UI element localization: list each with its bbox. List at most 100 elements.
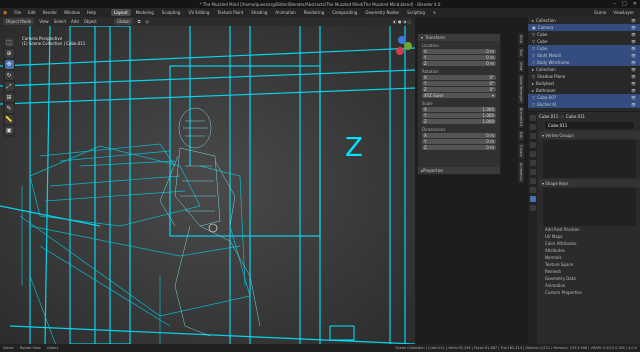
particles-tab-icon[interactable]: [529, 178, 536, 184]
scene-tab-icon[interactable]: [529, 142, 536, 148]
scene-selector[interactable]: Scene: [594, 10, 606, 15]
orientation-dropdown[interactable]: Global: [113, 18, 133, 25]
add-workspace-button[interactable]: +: [430, 9, 439, 16]
measure-icon[interactable]: 📏: [4, 115, 14, 124]
select-box-icon[interactable]: ⬚: [4, 38, 14, 47]
outliner-row[interactable]: ▽ Body Wireframe 👁: [528, 59, 640, 66]
outliner-row[interactable]: ▽ Cube 👁: [528, 31, 640, 38]
shape-keys-header[interactable]: ▾ Shape Keys: [539, 179, 640, 187]
eye-icon[interactable]: 👁: [631, 18, 636, 23]
outliner-row[interactable]: ▽ Cube.007 👁: [528, 94, 640, 101]
render-tab-icon[interactable]: [529, 124, 536, 130]
physics-tab-icon[interactable]: [529, 187, 536, 193]
location-z-field[interactable]: Z0 m: [422, 61, 496, 66]
tab-geometry-nodes[interactable]: Geometry Nodes: [362, 9, 402, 16]
vertex-groups-header[interactable]: ▾ Vertex Groups: [539, 131, 640, 139]
location-y-field[interactable]: Y0 m: [422, 55, 496, 60]
eye-icon[interactable]: 👁: [631, 39, 636, 44]
eye-icon[interactable]: 👁: [631, 102, 636, 107]
snap-icon[interactable]: ⧉: [138, 19, 141, 24]
close-icon[interactable]: ✕: [633, 1, 637, 7]
transform-header[interactable]: ▾ Transform: [418, 34, 500, 41]
maximize-icon[interactable]: □: [622, 1, 627, 7]
mesh-data-tab-icon[interactable]: [529, 196, 536, 202]
object-tab-icon[interactable]: [529, 160, 536, 166]
eye-icon[interactable]: 👁: [631, 67, 636, 72]
menu-object[interactable]: Object: [84, 19, 97, 24]
menu-file[interactable]: File: [14, 10, 21, 15]
tab-texture-paint[interactable]: Texture Paint: [214, 9, 246, 16]
eye-icon[interactable]: 👁: [631, 95, 636, 100]
world-tab-icon[interactable]: [529, 151, 536, 157]
tab-item[interactable]: Item: [518, 33, 524, 45]
vertex-groups-list[interactable]: [543, 140, 636, 178]
rotation-x-field[interactable]: X 0°: [422, 75, 496, 80]
tab-layout[interactable]: Layout: [110, 9, 131, 16]
outliner-row[interactable]: ▽ Cube 👁: [528, 45, 640, 52]
outliner-row[interactable]: ▽ Cube 👁: [528, 38, 640, 45]
remesh-panel[interactable]: Remesh: [539, 268, 640, 275]
tab-animation-side[interactable]: Animation: [518, 160, 524, 183]
outliner-row[interactable]: ▸ Collection 👁: [528, 17, 640, 24]
location-x-field[interactable]: X0 m: [422, 49, 496, 54]
tab-edit[interactable]: Edit: [518, 130, 524, 142]
rotate-icon[interactable]: ↻: [4, 71, 14, 80]
modifier-tab-icon[interactable]: [529, 169, 536, 175]
menu-view[interactable]: View: [39, 19, 49, 24]
shape-keys-list[interactable]: [543, 188, 636, 226]
minimize-icon[interactable]: –: [614, 1, 617, 7]
menu-help[interactable]: Help: [87, 10, 96, 15]
blender-logo-icon[interactable]: ◉: [3, 10, 7, 16]
cursor-icon[interactable]: ⊕: [4, 49, 14, 58]
rotation-z-field[interactable]: Z 0°: [422, 87, 496, 92]
material-tab-icon[interactable]: [529, 205, 536, 211]
add-cube-icon[interactable]: ▣: [4, 126, 14, 135]
menu-window[interactable]: Window: [64, 10, 80, 15]
transform-icon[interactable]: ⊞: [4, 93, 14, 102]
tab-blenderkit[interactable]: BlenderKit: [518, 106, 524, 129]
3d-viewport[interactable]: Z: [0, 26, 415, 344]
outliner-row[interactable]: ▽ Bücher Kl 👁: [528, 101, 640, 108]
rotation-mode-dropdown[interactable]: XYZ Euler ▾: [422, 93, 496, 98]
outliner-row[interactable]: ▸ Collection 👁: [528, 66, 640, 73]
menu-edit[interactable]: Edit: [28, 10, 36, 15]
scale-z-field[interactable]: Z 1.000: [422, 119, 496, 124]
tab-tool[interactable]: Tool: [518, 46, 524, 58]
tab-rendering[interactable]: Rendering: [301, 9, 327, 16]
proportional-edit-icon[interactable]: ◎: [145, 19, 149, 24]
dimensions-y-field[interactable]: Y0 m: [422, 139, 496, 144]
rotation-y-field[interactable]: Y 0°: [422, 81, 496, 86]
outliner-row[interactable]: ▸ Bathroom 👁: [528, 87, 640, 94]
outliner-row[interactable]: ▽ Stuhl Metall 👁: [528, 52, 640, 59]
view-layer-selector[interactable]: ViewLayer: [613, 10, 634, 15]
tab-uv-editing[interactable]: UV Editing: [185, 9, 212, 16]
tab-node-wrangler[interactable]: Node Wrangler: [518, 74, 524, 105]
menu-render[interactable]: Render: [43, 10, 57, 15]
tab-create[interactable]: Create: [518, 143, 524, 159]
attributes-panel[interactable]: Attributes: [539, 247, 640, 254]
scale-icon[interactable]: ⤢: [4, 82, 14, 91]
eye-icon[interactable]: 👁: [631, 74, 636, 79]
tab-view[interactable]: View: [518, 59, 524, 73]
eye-icon[interactable]: 👁: [631, 88, 636, 93]
tab-compositing[interactable]: Compositing: [329, 9, 360, 16]
mode-dropdown[interactable]: Object Mode: [3, 18, 35, 25]
menu-select[interactable]: Select: [54, 19, 66, 24]
output-tab-icon[interactable]: [529, 133, 536, 139]
outliner-row[interactable]: ▣ Camera 👁: [528, 24, 640, 31]
eye-icon[interactable]: 👁: [631, 25, 636, 30]
outliner-row[interactable]: ▸ Bodytext 👁: [528, 80, 640, 87]
scale-y-field[interactable]: Y 1.000: [422, 113, 496, 118]
uv-maps-panel[interactable]: UV Maps: [539, 233, 640, 240]
eye-icon[interactable]: 👁: [631, 53, 636, 58]
tab-modeling[interactable]: Modeling: [133, 9, 157, 16]
eye-icon[interactable]: 👁: [631, 46, 636, 51]
texture-space-panel[interactable]: Texture Space: [539, 261, 640, 268]
tab-sculpting[interactable]: Sculpting: [159, 9, 184, 16]
scale-x-field[interactable]: X 1.000: [422, 107, 496, 112]
annotate-icon[interactable]: ✎: [4, 104, 14, 113]
tab-scripting[interactable]: Scripting: [404, 9, 428, 16]
eye-icon[interactable]: 👁: [631, 32, 636, 37]
custom-properties-panel[interactable]: Custom Properties: [539, 289, 640, 296]
eye-icon[interactable]: 👁: [631, 60, 636, 65]
